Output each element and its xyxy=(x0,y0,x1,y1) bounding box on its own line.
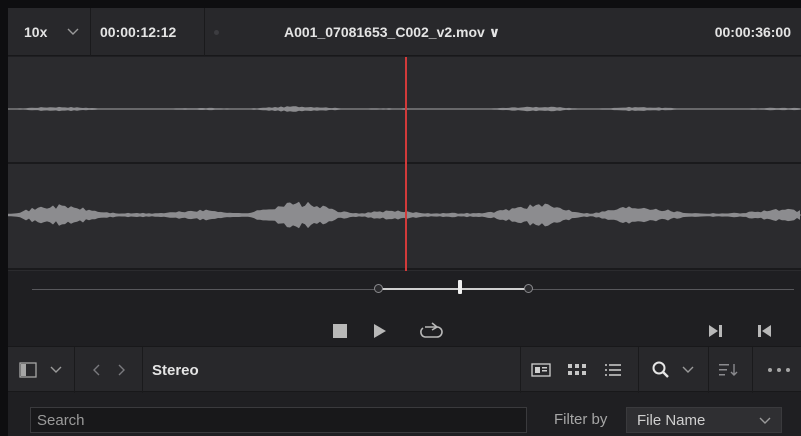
current-timecode[interactable]: 00:00:12:12 xyxy=(100,8,176,56)
range-start-handle[interactable] xyxy=(374,284,383,293)
search-filter-row: Filter by File Name xyxy=(8,393,801,436)
divider xyxy=(204,8,205,56)
sort-icon[interactable] xyxy=(716,347,742,393)
search-input[interactable] xyxy=(30,407,527,433)
chevron-down-icon xyxy=(759,414,771,428)
divider xyxy=(90,8,91,56)
list-view-icon[interactable] xyxy=(600,347,626,393)
transport-controls xyxy=(8,271,801,346)
divider xyxy=(142,347,143,393)
chevron-down-icon[interactable] xyxy=(48,347,64,393)
viewer-header: 10x 00:00:12:12 A001_07081653_C002_v2.mo… xyxy=(8,8,801,56)
loop-icon[interactable] xyxy=(418,320,444,342)
metadata-view-icon[interactable] xyxy=(528,347,554,393)
chevron-down-icon[interactable] xyxy=(67,8,79,56)
divider xyxy=(708,347,709,393)
play-icon[interactable] xyxy=(372,323,388,339)
chevron-right-icon[interactable] xyxy=(112,347,132,393)
sidebar-icon[interactable] xyxy=(16,347,40,393)
audio-viewer-panel: 10x 00:00:12:12 A001_07081653_C002_v2.mo… xyxy=(8,8,801,436)
zoom-level[interactable]: 10x xyxy=(24,8,47,56)
indicator-dot xyxy=(214,30,219,35)
more-icon[interactable] xyxy=(764,347,794,393)
current-bin-label: Stereo xyxy=(152,361,199,379)
playhead[interactable] xyxy=(405,57,407,271)
media-pool-toolbar: Stereo xyxy=(8,346,801,393)
scrub-range[interactable] xyxy=(378,288,528,290)
divider xyxy=(74,347,75,393)
chevron-down-icon[interactable] xyxy=(680,347,696,393)
divider xyxy=(638,347,639,393)
search-icon[interactable] xyxy=(648,347,674,393)
divider xyxy=(520,347,521,393)
scrub-head[interactable] xyxy=(458,280,462,294)
duration-timecode: 00:00:36:00 xyxy=(714,24,791,40)
next-frame-icon[interactable] xyxy=(708,323,724,339)
clip-name-dropdown[interactable]: A001_07081653_C002_v2.mov ∨ xyxy=(284,8,500,56)
chevron-left-icon[interactable] xyxy=(86,347,106,393)
divider xyxy=(752,347,753,393)
filter-value: File Name xyxy=(637,411,706,429)
thumbnail-view-icon[interactable] xyxy=(564,347,590,393)
range-end-handle[interactable] xyxy=(524,284,533,293)
stop-icon[interactable] xyxy=(332,323,348,339)
filter-label: Filter by xyxy=(554,411,608,428)
filter-dropdown[interactable]: File Name xyxy=(626,407,782,433)
prev-frame-icon[interactable] xyxy=(756,323,772,339)
